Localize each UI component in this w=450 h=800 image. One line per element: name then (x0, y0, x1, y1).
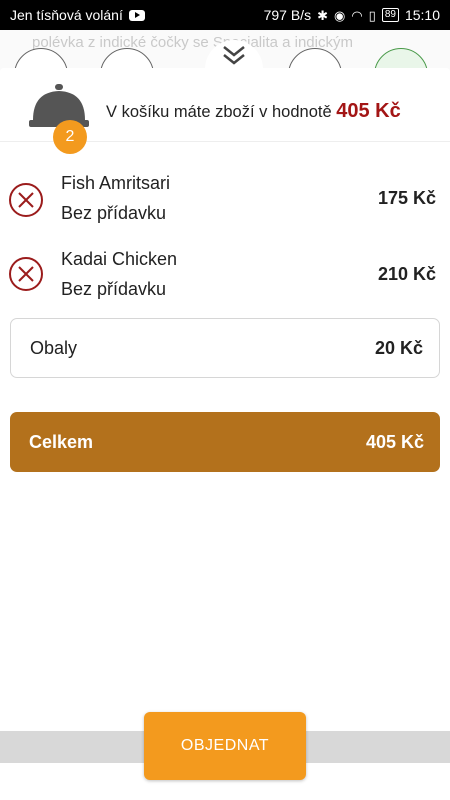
item-price: 210 Kč (377, 264, 436, 284)
cart-summary-text: V košíku máte zboží v hodnotě (106, 103, 332, 121)
cart-count-badge: 2 (53, 120, 87, 154)
background-text: polévka z indické čočky se Specialita a … (32, 34, 353, 51)
packaging-row: Obaly 20 Kč (10, 318, 440, 378)
total-row: Celkem 405 Kč (10, 412, 440, 472)
item-addon: Bez přídavku (61, 203, 167, 223)
item-name: Fish Amritsari (61, 173, 171, 193)
youtube-icon (128, 9, 145, 21)
sim-icon: ▯ (368, 7, 376, 23)
total-price: 405 Kč (365, 431, 424, 452)
item-price: 175 Kč (377, 188, 436, 208)
battery-icon: 89 (381, 8, 399, 22)
cart-summary: V košíku máte zboží v hodnotě 405 Kč (106, 100, 401, 123)
item-addon: Bez přídavku (61, 279, 167, 299)
carrier-text: Jen tísňová volání (10, 7, 123, 23)
cart-item: Fish Amritsari Bez přídavku 175 Kč (0, 166, 450, 232)
eye-icon: ◉ (333, 7, 346, 23)
item-name: Kadai Chicken (61, 249, 178, 269)
status-bar: Jen tísňová volání 797 B/s ✱ ◉ ◠ ▯ 89 15… (0, 0, 450, 30)
packaging-label: Obaly (30, 337, 78, 358)
remove-item-icon[interactable] (8, 182, 44, 218)
clock: 15:10 (404, 7, 440, 23)
cart-item: Kadai Chicken Bez přídavku 210 Kč (0, 242, 450, 308)
bluetooth-icon: ✱ (317, 7, 328, 23)
wifi-icon: ◠ (351, 7, 363, 23)
packaging-price: 20 Kč (374, 337, 423, 358)
remove-item-icon[interactable] (8, 256, 44, 292)
cart-total-value: 405 Kč (336, 100, 401, 122)
network-speed: 797 B/s (263, 7, 312, 23)
order-button[interactable]: OBJEDNAT (144, 712, 306, 780)
double-chevron-down-icon (223, 46, 245, 65)
total-label: Celkem (29, 431, 94, 452)
